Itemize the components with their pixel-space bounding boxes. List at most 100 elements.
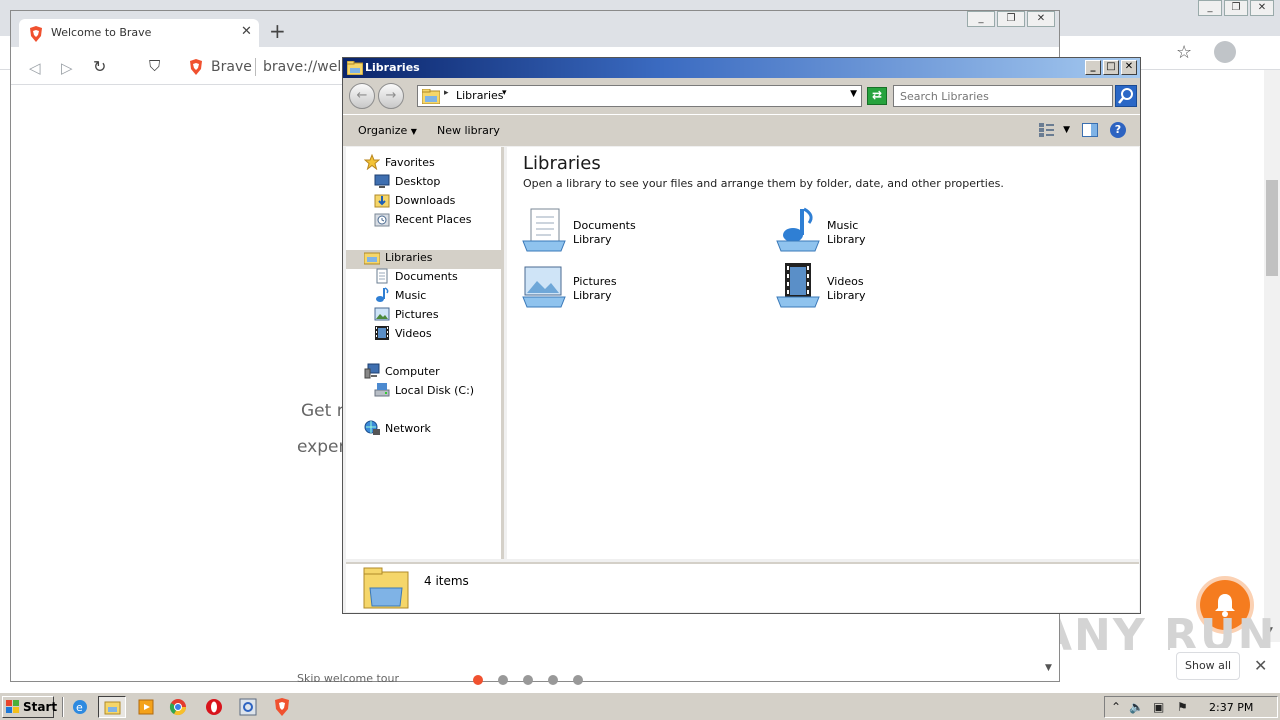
bookmark-star-icon[interactable]: ☆	[1176, 42, 1192, 63]
view-options-dropdown-icon[interactable]: ▼	[1063, 125, 1070, 135]
clock[interactable]: 2:37 PM	[1209, 701, 1253, 714]
reload-icon[interactable]: ↻	[93, 57, 106, 76]
scrollbar-thumb[interactable]	[1266, 180, 1278, 276]
nav-item-label: Local Disk (C:)	[395, 383, 475, 397]
library-item-documents[interactable]: Documents Library	[521, 207, 741, 257]
skip-tour-link[interactable]: Skip welcome tour	[297, 672, 399, 682]
restore-button[interactable]: ❐	[1224, 0, 1248, 16]
brave-shield-icon[interactable]	[189, 59, 203, 75]
new-library-button[interactable]: New library	[437, 124, 500, 137]
library-item-pictures[interactable]: Pictures Library	[521, 263, 741, 313]
item-count: 4 items	[424, 574, 469, 588]
tab-title: Welcome to Brave	[51, 26, 152, 39]
action-center-flag-icon[interactable]: ⚑	[1177, 700, 1188, 714]
breadcrumb-dropdown-icon[interactable]: ▾	[502, 88, 507, 98]
taskbar-ie-button[interactable]: e	[66, 696, 94, 718]
nav-libraries[interactable]: Libraries	[364, 248, 433, 266]
view-controls: ▼ ?	[1027, 122, 1126, 138]
tab-welcome[interactable]: Welcome to Brave ✕	[19, 19, 259, 47]
nav-item-local-disk[interactable]: Local Disk (C:)	[374, 381, 474, 399]
address-url[interactable]: brave://welc	[263, 59, 349, 75]
downloads-icon	[374, 194, 390, 208]
taskbar-tool-button[interactable]	[234, 696, 262, 718]
location-history-dropdown-icon[interactable]: ▼	[850, 89, 857, 99]
minimize-button[interactable]: _	[967, 11, 995, 27]
forward-icon[interactable]: ▷	[61, 59, 73, 77]
restore-button[interactable]: ❐	[997, 11, 1025, 27]
brave-lion-icon	[30, 26, 42, 42]
library-item-music[interactable]: Music Library	[775, 207, 995, 257]
tour-dot-5[interactable]	[573, 675, 583, 685]
taskbar-brave-button[interactable]	[268, 696, 296, 718]
tour-dot-3[interactable]	[523, 675, 533, 685]
tab-close-icon[interactable]: ✕	[241, 24, 252, 39]
tour-dot-1[interactable]	[473, 675, 483, 685]
show-all-button[interactable]: Show all	[1176, 652, 1240, 680]
taskbar-chrome-button[interactable]	[164, 696, 192, 718]
start-button[interactable]: Start	[2, 696, 57, 718]
change-view-icon[interactable]	[1039, 123, 1057, 137]
network-icon	[364, 420, 380, 435]
taskbar-media-player-button[interactable]	[132, 696, 160, 718]
refresh-button[interactable]: ⇄	[867, 87, 887, 105]
network-tray-icon[interactable]: ▣	[1153, 700, 1164, 714]
organize-label: Organize	[358, 124, 408, 137]
explorer-address-toolbar: ← → ▸ Libraries ▾ ▼ ⇄	[343, 78, 1140, 114]
page-scrollbar[interactable]	[1264, 70, 1280, 642]
help-icon[interactable]: ?	[1110, 122, 1126, 138]
volume-icon[interactable]: 🔈	[1129, 700, 1144, 714]
location-bar[interactable]: ▸ Libraries ▾ ▼	[417, 85, 862, 107]
details-pane: 4 items	[346, 562, 1139, 612]
brave-icon	[275, 698, 289, 716]
close-shelf-icon[interactable]: ✕	[1254, 656, 1267, 675]
library-type: Library	[827, 289, 866, 302]
nav-item-label: Downloads	[395, 193, 456, 207]
nav-item-documents[interactable]: Documents	[374, 267, 458, 285]
breadcrumb-libraries[interactable]: Libraries	[456, 89, 504, 102]
scroll-down-arrow-icon[interactable]: ▼	[1045, 663, 1052, 673]
libraries-folder-large-icon	[363, 567, 409, 609]
back-icon[interactable]: ◁	[29, 59, 41, 77]
settings-tool-icon	[239, 698, 257, 716]
music-library-icon	[776, 207, 820, 252]
background-window-controls: _ ❐ ✕	[1196, 0, 1274, 16]
nav-item-videos[interactable]: Videos	[374, 324, 432, 342]
nav-item-recent-places[interactable]: Recent Places	[374, 210, 472, 228]
close-button[interactable]: ✕	[1027, 11, 1055, 27]
taskbar-opera-button[interactable]	[200, 696, 228, 718]
close-button[interactable]: ✕	[1121, 60, 1137, 75]
search-icon	[1118, 88, 1133, 104]
nav-favorites[interactable]: Favorites	[364, 153, 435, 171]
libraries-folder-icon	[422, 89, 440, 104]
library-name: Documents	[573, 219, 636, 232]
tour-dot-4[interactable]	[548, 675, 558, 685]
minimize-button[interactable]: _	[1198, 0, 1222, 16]
forward-button[interactable]: →	[378, 83, 404, 109]
tour-dot-2[interactable]	[498, 675, 508, 685]
nav-item-desktop[interactable]: Desktop	[374, 172, 440, 190]
back-button[interactable]: ←	[349, 83, 375, 109]
svg-text:e: e	[76, 701, 83, 714]
minimize-button[interactable]: _	[1085, 60, 1101, 75]
nav-item-music[interactable]: Music	[374, 286, 426, 304]
bookmark-icon[interactable]: ⛉	[149, 57, 160, 75]
brave-window-controls: _ ❐ ✕	[965, 11, 1055, 27]
nav-item-downloads[interactable]: Downloads	[374, 191, 455, 209]
breadcrumb-separator-icon[interactable]: ▸	[444, 88, 449, 98]
search-button[interactable]	[1115, 85, 1137, 107]
close-button[interactable]: ✕	[1250, 0, 1274, 16]
maximize-button[interactable]: □	[1103, 60, 1119, 75]
library-item-videos[interactable]: Videos Library	[775, 263, 995, 313]
nav-computer[interactable]: Computer	[364, 362, 440, 380]
organize-menu[interactable]: Organize ▼	[358, 124, 417, 137]
nav-item-pictures[interactable]: Pictures	[374, 305, 439, 323]
taskbar-explorer-button[interactable]	[98, 696, 126, 718]
explorer-titlebar[interactable]: Libraries _ □ ✕	[343, 58, 1140, 78]
profile-avatar[interactable]	[1214, 41, 1236, 63]
new-tab-icon[interactable]: +	[269, 21, 286, 41]
nav-item-label: Pictures	[395, 307, 439, 321]
tray-expand-icon[interactable]: ⌃	[1111, 700, 1121, 714]
search-input[interactable]	[893, 85, 1113, 107]
nav-network[interactable]: Network	[364, 419, 431, 437]
preview-pane-icon[interactable]	[1082, 123, 1098, 137]
